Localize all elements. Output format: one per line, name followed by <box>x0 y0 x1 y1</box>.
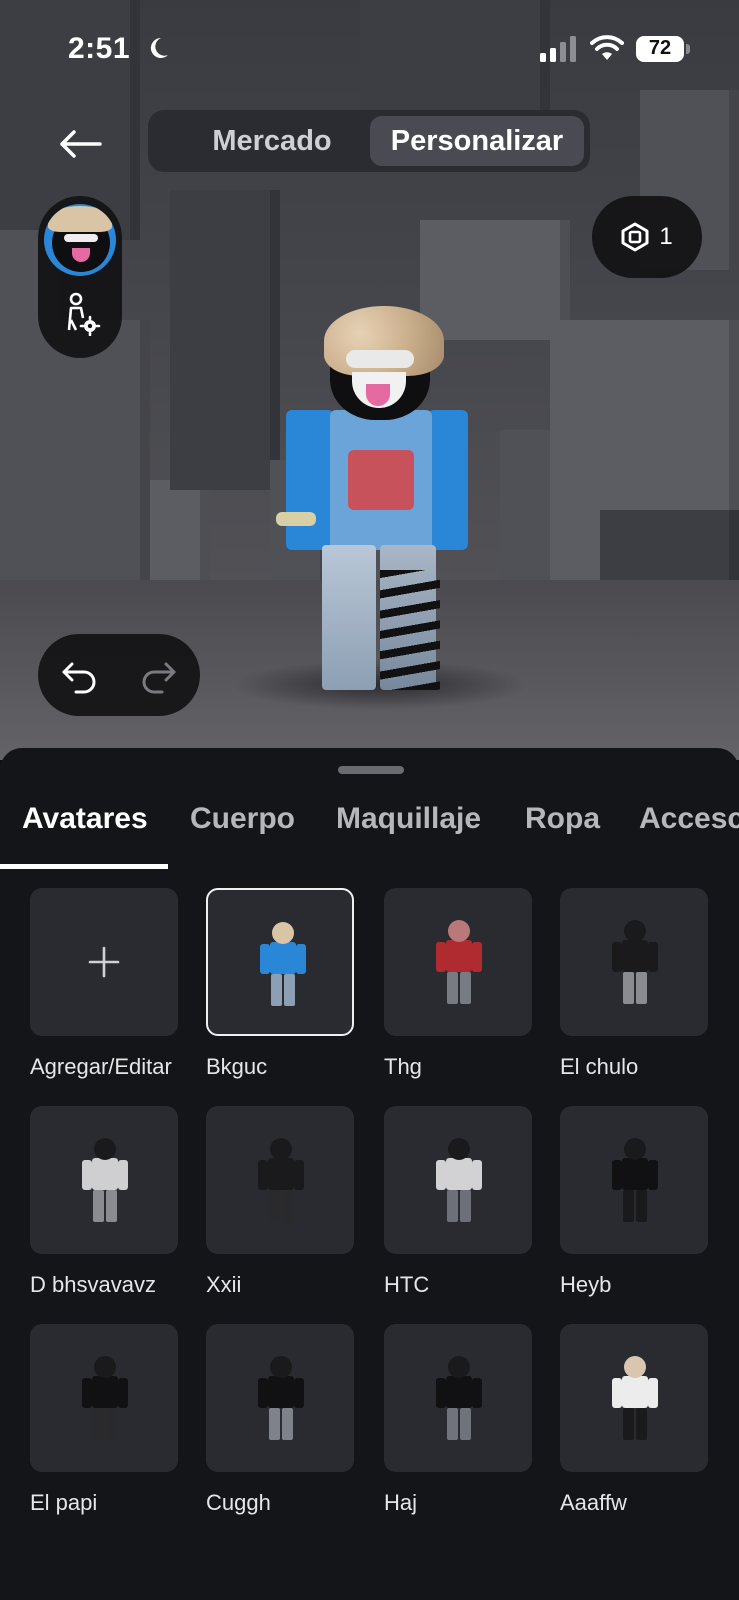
undo-redo-controls <box>38 634 200 716</box>
avatar-settings-icon[interactable] <box>60 292 102 336</box>
robux-amount: 1 <box>659 223 673 250</box>
mode-switcher: Mercado Personalizar <box>148 110 590 172</box>
avatar-torso <box>330 410 432 550</box>
scene-block <box>0 320 150 610</box>
avatar-sheet: Avatares Cuerpo Maquillaje Ropa Accesc A… <box>0 748 739 1600</box>
avatar-straps <box>380 570 440 690</box>
avatar-thumbnail <box>612 1138 658 1224</box>
avatar-tile[interactable]: Bkguc <box>206 888 354 1079</box>
tile-label: D bhsvavavz <box>30 1272 156 1297</box>
tab-personalizar[interactable]: Personalizar <box>370 116 584 166</box>
undo-icon[interactable] <box>58 654 102 696</box>
wifi-icon <box>590 35 624 60</box>
avatar-tile[interactable]: Cuggh <box>206 1324 354 1515</box>
status-time: 2:51 <box>68 32 131 65</box>
tile-label: Aaaffw <box>560 1490 627 1515</box>
avatar-tile[interactable]: Aaaffw <box>560 1324 708 1515</box>
scene-block <box>170 190 280 490</box>
avatar-tile[interactable]: HTC <box>384 1106 532 1297</box>
tab-accesorios[interactable]: Accesc <box>639 802 739 836</box>
arrow-left-icon <box>60 130 102 158</box>
avatar-thumbnail <box>612 1356 658 1442</box>
robux-balance-button[interactable]: 1 <box>592 196 702 278</box>
avatar-thumbnail <box>258 1138 304 1224</box>
avatar-chain <box>276 512 316 526</box>
avatar-tile[interactable]: Xxii <box>206 1106 354 1297</box>
avatar-tile[interactable]: D bhsvavavz <box>30 1106 178 1297</box>
tab-ropa[interactable]: Ropa <box>525 802 600 836</box>
tab-mercado[interactable]: Mercado <box>162 116 382 166</box>
avatar-thumbnail <box>82 1138 128 1224</box>
battery-indicator: 72 <box>636 36 690 62</box>
plus-icon <box>88 946 120 978</box>
avatar-right-arm <box>428 410 468 550</box>
tab-avatares[interactable]: Avatares <box>22 802 148 836</box>
avatar-tile[interactable]: Thg <box>384 888 532 1079</box>
avatar[interactable] <box>44 204 116 276</box>
avatar-thumbnail <box>82 1356 128 1442</box>
shirt-print <box>348 450 414 510</box>
tab-maquillaje[interactable]: Maquillaje <box>336 802 481 836</box>
moon-icon <box>150 37 168 58</box>
active-tab-indicator <box>0 864 168 869</box>
redo-icon[interactable] <box>136 654 180 696</box>
avatar-thumbnail <box>258 1356 304 1442</box>
avatar-tile[interactable]: El papi <box>30 1324 178 1515</box>
robux-icon <box>621 222 649 252</box>
tab-cuerpo[interactable]: Cuerpo <box>190 802 295 836</box>
avatar-left-arm <box>286 410 334 550</box>
avatar-tile[interactable]: Haj <box>384 1324 532 1515</box>
tile-label: Cuggh <box>206 1490 271 1515</box>
tile-label: Bkguc <box>206 1054 268 1079</box>
tile-label: Thg <box>384 1054 422 1079</box>
sheet-drag-handle[interactable] <box>338 766 404 774</box>
avatar-model[interactable] <box>276 300 480 710</box>
category-tabs: Avatares Cuerpo Maquillaje Ropa Accesc <box>0 796 739 862</box>
avatar-mask <box>346 350 414 368</box>
avatar-thumbnail <box>260 922 306 1008</box>
avatar-tile[interactable]: El chulo <box>560 888 708 1079</box>
tile-label: Xxii <box>206 1272 242 1297</box>
avatar-thumbnail <box>436 1356 482 1442</box>
tile-label: Heyb <box>560 1272 612 1297</box>
tile-label: HTC <box>384 1272 430 1297</box>
avatar-thumbnail <box>436 920 482 1006</box>
add-edit-avatar-tile[interactable]: Agregar/Editar <box>30 888 178 1079</box>
status-bar: 2:51 72 <box>0 0 739 100</box>
avatar-tile[interactable]: Heyb <box>560 1106 708 1297</box>
avatar-pill <box>38 196 122 358</box>
avatar-left-leg <box>322 545 376 690</box>
tile-label: El chulo <box>560 1054 639 1079</box>
cellular-signal-icon <box>540 36 576 62</box>
avatar-thumbnail <box>612 920 658 1006</box>
tile-label: Agregar/Editar <box>30 1054 172 1079</box>
avatar-thumbnail <box>436 1138 482 1224</box>
tile-label: El papi <box>30 1490 98 1515</box>
back-button[interactable] <box>50 116 110 172</box>
tile-label: Haj <box>384 1490 418 1515</box>
battery-percent: 72 <box>648 37 672 59</box>
